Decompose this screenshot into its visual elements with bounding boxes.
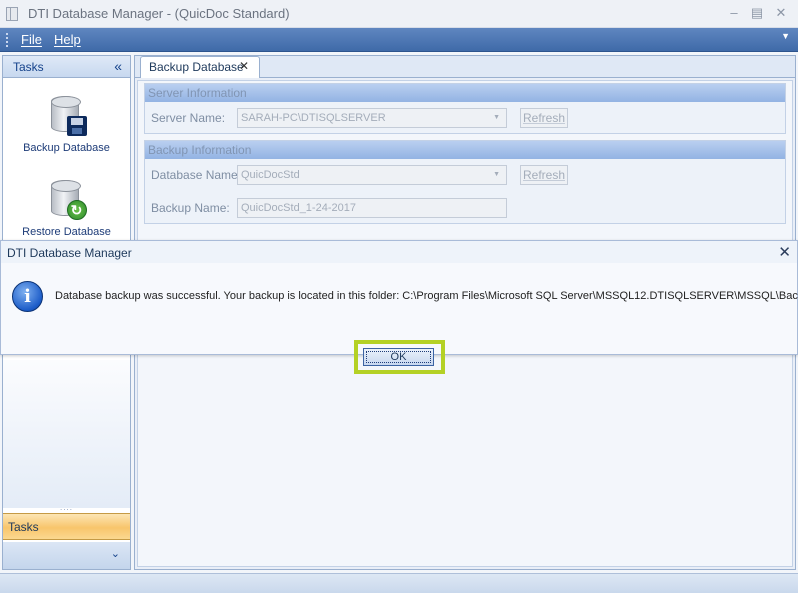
tab-backup-label: Backup Database xyxy=(149,60,244,74)
message-dialog: DTI Database Manager ✕ i Database backup… xyxy=(0,240,798,374)
server-name-label: Server Name: xyxy=(151,111,226,125)
refresh-server-button[interactable]: Refresh xyxy=(520,108,568,128)
tasks-tab-button[interactable]: Tasks xyxy=(3,513,130,540)
chevron-down-icon: ▼ xyxy=(493,114,500,121)
database-name-label: Database Name: xyxy=(151,168,242,182)
information-icon: i xyxy=(12,281,43,312)
maximize-icon[interactable]: ▤ xyxy=(746,4,768,22)
close-tab-icon[interactable]: ✕ xyxy=(239,59,249,73)
task-backup-label: Backup Database xyxy=(23,142,110,154)
ok-button[interactable]: OK xyxy=(363,348,434,366)
server-name-value: SARAH-PC\DTISQLSERVER xyxy=(241,112,386,124)
app-icon xyxy=(6,7,18,21)
database-name-value: QuicDocStd xyxy=(241,169,300,181)
server-information-group: Server Information Server Name: SARAH-PC… xyxy=(144,83,786,134)
menu-bar: File Help ▼ xyxy=(0,28,798,52)
pane-splitter[interactable]: .... xyxy=(3,504,130,513)
task-backup-database[interactable]: Backup Database xyxy=(3,94,130,154)
dialog-title: DTI Database Manager xyxy=(7,246,132,260)
tasks-pane-header: Tasks « xyxy=(3,56,130,78)
minimize-icon[interactable]: – xyxy=(723,4,745,22)
task-restore-database[interactable]: ↻ Restore Database xyxy=(3,178,130,238)
dialog-body: i Database backup was successful. Your b… xyxy=(1,263,798,374)
collapse-pane-icon[interactable]: « xyxy=(114,58,122,74)
database-name-select[interactable]: QuicDocStd ▼ xyxy=(237,165,507,185)
backup-information-header: Backup Information xyxy=(145,141,785,159)
menubar-overflow-icon[interactable]: ▼ xyxy=(781,31,790,41)
menu-file[interactable]: File xyxy=(21,32,42,47)
window-title: DTI Database Manager - (QuicDoc Standard… xyxy=(28,6,290,21)
backup-name-input[interactable]: QuicDocStd_1-24-2017 xyxy=(237,198,507,218)
backup-name-label: Backup Name: xyxy=(151,201,230,215)
server-name-select[interactable]: SARAH-PC\DTISQLSERVER ▼ xyxy=(237,108,507,128)
database-backup-icon xyxy=(47,94,87,138)
backup-information-group: Backup Information Database Name: QuicDo… xyxy=(144,140,786,224)
menubar-grip-icon xyxy=(6,33,9,47)
close-icon[interactable]: ✕ xyxy=(770,4,792,22)
status-bar xyxy=(0,573,798,593)
chevron-down-icon: ▼ xyxy=(493,171,500,178)
task-restore-label: Restore Database xyxy=(22,226,111,238)
database-restore-icon: ↻ xyxy=(47,178,87,222)
document-tabs: Backup Database ✕ xyxy=(135,56,795,78)
server-information-header: Server Information xyxy=(145,84,785,102)
tasks-pane-body xyxy=(3,360,130,508)
dialog-message: Database backup was successful. Your bac… xyxy=(55,290,798,302)
pane-footer: ⌄ xyxy=(3,542,130,569)
tasks-pane-title: Tasks xyxy=(13,60,44,74)
tab-backup-database[interactable]: Backup Database ✕ xyxy=(140,56,260,78)
refresh-database-button[interactable]: Refresh xyxy=(520,165,568,185)
chevron-down-icon[interactable]: ⌄ xyxy=(111,547,120,560)
menu-help[interactable]: Help xyxy=(54,32,81,47)
dialog-close-icon[interactable]: ✕ xyxy=(778,243,791,261)
title-bar: DTI Database Manager - (QuicDoc Standard… xyxy=(0,0,798,28)
